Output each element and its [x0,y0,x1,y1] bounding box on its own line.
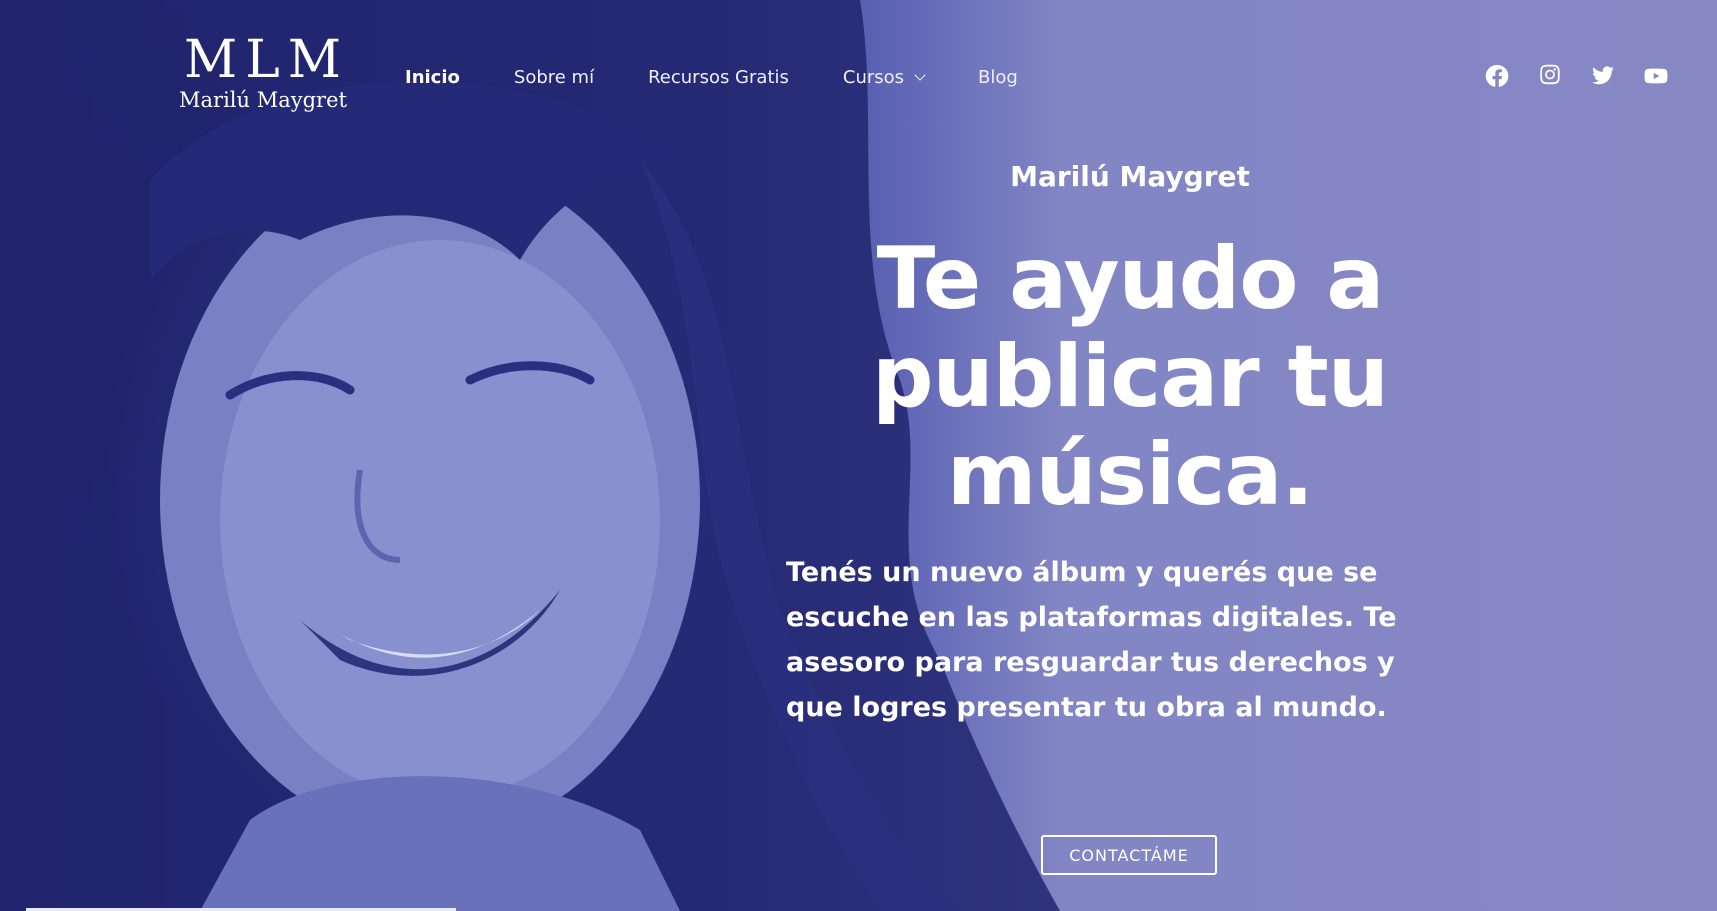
logo-mark: MLM [184,30,350,90]
main-nav: Inicio Sobre mí Recursos Gratis Cursos B… [405,62,1072,92]
nav-item-inicio[interactable]: Inicio [405,67,460,88]
headline-line-3: música. [946,425,1314,525]
nav-item-label: Sobre mí [513,66,595,88]
chevron-down-icon [914,68,926,81]
nav-item-blog[interactable]: Blog [978,67,1018,88]
nav-item-label: Cursos [842,66,905,88]
nav-item-recursos-gratis[interactable]: Recursos Gratis [648,67,789,88]
facebook-icon[interactable] [1484,63,1510,89]
instagram-icon[interactable] [1537,63,1563,89]
logo-name: Marilú Maygret [179,88,347,112]
youtube-icon[interactable] [1643,63,1669,89]
headline-line-1: Te ayudo a [876,229,1385,329]
nav-item-label: Inicio [405,66,460,88]
twitter-icon[interactable] [1590,63,1616,89]
contact-button[interactable]: CONTACTÁME [1041,835,1217,875]
social-links [1457,63,1669,89]
nav-item-label: Recursos Gratis [648,66,789,88]
nav-item-cursos[interactable]: Cursos [842,66,926,88]
nav-item-label: Blog [978,66,1018,88]
site-logo[interactable]: MLM Marilú Maygret [178,34,348,112]
hero-eyebrow: Marilú Maygret [1010,160,1250,193]
hero-headline: Te ayudo a publicar tu música. [780,230,1480,524]
hero-lead-text: Tenés un nuevo álbum y querés que se esc… [786,557,1397,723]
nav-item-sobre-mi[interactable]: Sobre mí [514,67,594,88]
headline-line-2: publicar tu [871,327,1389,427]
